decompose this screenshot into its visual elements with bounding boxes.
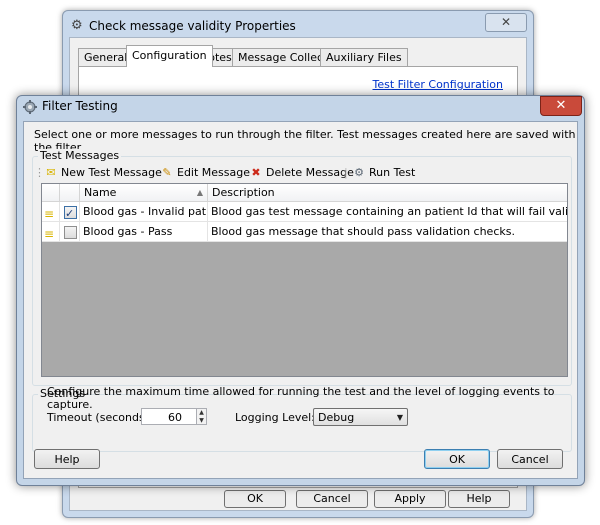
delete-message-label: Delete Message <box>266 166 354 179</box>
filter-testing-dialog: Filter Testing ✕ Select one or more mess… <box>16 95 585 486</box>
gear-icon <box>22 99 38 115</box>
test-messages-grid[interactable]: Name ▲ Description ≡ Blood gas - Invalid… <box>41 183 568 377</box>
close-icon[interactable]: ✕ <box>485 13 527 32</box>
row-checkbox[interactable] <box>64 204 77 221</box>
dialog-body: Select one or more messages to run throu… <box>23 121 578 479</box>
row-description: Blood gas test message containing an pat… <box>211 205 567 218</box>
properties-window-title: Check message validity Properties <box>89 19 296 33</box>
delete-icon: ✖ <box>251 166 261 179</box>
gear-icon: ⚙ <box>71 18 83 33</box>
spin-down-icon[interactable]: ▼ <box>197 417 206 424</box>
back-ok-button[interactable]: OK <box>224 490 286 508</box>
message-icon: ≡ <box>44 207 55 221</box>
new-test-message-label: New Test Message <box>61 166 162 179</box>
message-icon: ≡ <box>44 227 55 241</box>
edit-message-label: Edit Message <box>177 166 251 179</box>
header-check-cell <box>60 184 80 201</box>
header-icon-cell <box>42 184 60 201</box>
row-name: Blood gas - Pass <box>80 222 208 241</box>
back-help-button[interactable]: Help <box>448 490 510 508</box>
tab-auxiliary-files[interactable]: Auxiliary Files <box>320 48 408 66</box>
back-apply-button[interactable]: Apply <box>374 490 446 508</box>
ok-button[interactable]: OK <box>424 449 490 469</box>
table-row[interactable]: ≡ Blood gas - Invalid patient Id Blood g… <box>42 202 567 222</box>
table-row[interactable]: ≡ Blood gas - Pass Blood gas message tha… <box>42 222 567 242</box>
tab-configuration[interactable]: Configuration <box>126 45 213 67</box>
logging-level-label: Logging Level: <box>235 411 315 424</box>
close-icon[interactable]: ✕ <box>540 96 582 116</box>
toolbar-separator: | <box>344 166 348 179</box>
test-messages-label: Test Messages <box>38 149 122 162</box>
run-icon: ⚙ <box>354 166 364 179</box>
back-cancel-button[interactable]: Cancel <box>296 490 368 508</box>
edit-message-button[interactable]: ✎ Edit Message <box>160 162 250 184</box>
column-header-name[interactable]: Name ▲ <box>80 184 208 201</box>
sort-arrow-icon: ▲ <box>196 188 203 197</box>
pencil-icon: ✎ <box>162 166 172 179</box>
timeout-spinner[interactable]: ▲ ▼ <box>196 408 207 425</box>
column-header-description[interactable]: Description <box>208 184 567 201</box>
timeout-label: Timeout (seconds): <box>47 411 153 424</box>
dialog-title-bar: Filter Testing ✕ <box>17 96 584 118</box>
timeout-input[interactable]: 60 <box>141 408 197 425</box>
grid-header: Name ▲ Description <box>42 184 567 202</box>
delete-message-button[interactable]: ✖ Delete Message <box>249 162 354 184</box>
spin-up-icon[interactable]: ▲ <box>197 409 206 416</box>
cancel-button[interactable]: Cancel <box>497 449 563 469</box>
dialog-title: Filter Testing <box>42 99 118 113</box>
row-name: Blood gas - Invalid patient Id <box>80 202 208 221</box>
message-icon: ✉ <box>46 166 56 179</box>
column-header-name-label: Name <box>84 186 117 199</box>
row-description: Blood gas message that should pass valid… <box>211 225 515 238</box>
logging-level-select[interactable]: Debug ▼ <box>313 408 408 426</box>
new-test-message-button[interactable]: ✉ New Test Message <box>44 162 162 184</box>
test-filter-configuration-link[interactable]: Test Filter Configuration <box>373 78 504 91</box>
chevron-down-icon: ▼ <box>396 413 403 422</box>
row-checkbox[interactable] <box>64 226 77 239</box>
run-test-label: Run Test <box>369 166 416 179</box>
logging-level-value: Debug <box>318 411 355 424</box>
run-test-button[interactable]: ⚙ Run Test <box>352 162 415 184</box>
help-button[interactable]: Help <box>34 449 100 469</box>
